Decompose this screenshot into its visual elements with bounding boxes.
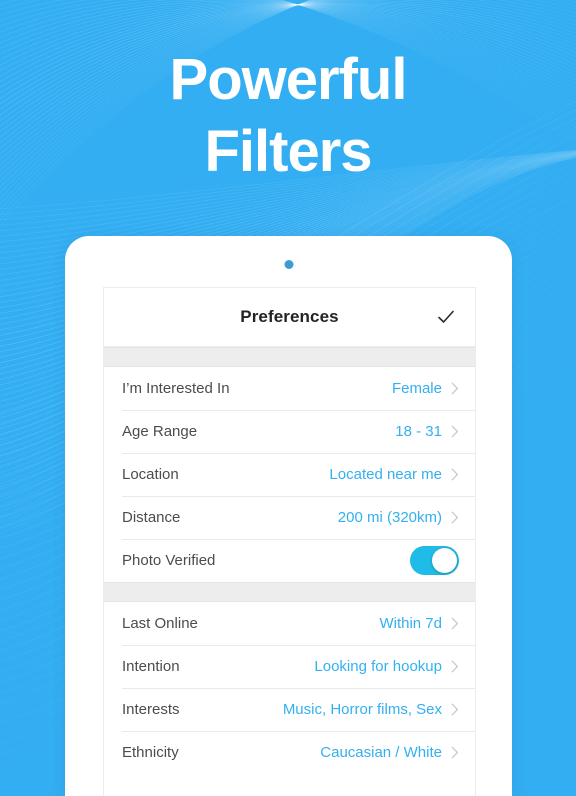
headline-line-1: Powerful — [169, 47, 408, 112]
settings-row[interactable]: Last Online Within 7d — [104, 602, 475, 645]
settings-row-accessory — [410, 546, 459, 575]
settings-list: I’m Interested In Female Age Range 18 - 31 L… — [104, 347, 475, 774]
settings-row-value: Located near me — [329, 466, 442, 483]
settings-row-value: Within 7d — [379, 615, 442, 632]
chevron-right-icon — [451, 511, 459, 524]
settings-row-label: Photo Verified — [122, 552, 216, 569]
app-screen: Preferences I’m Interested In Female Age R… — [103, 287, 476, 796]
settings-row-label: Distance — [122, 509, 181, 526]
settings-row-value: Music, Horror films, Sex — [282, 701, 442, 718]
settings-row[interactable]: Photo Verified — [104, 539, 475, 582]
settings-row[interactable]: Intention Looking for hookup — [104, 645, 475, 688]
settings-row-label: Last Online — [122, 615, 198, 632]
camera-dot-icon — [284, 260, 293, 269]
settings-row-value: 200 mi (320km) — [337, 509, 442, 526]
settings-row-label: I’m Interested In — [122, 380, 230, 397]
settings-row-accessory: Female — [392, 380, 459, 397]
group-separator — [104, 582, 475, 602]
chevron-right-icon — [451, 703, 459, 716]
navigation-bar: Preferences — [104, 288, 475, 347]
settings-row[interactable]: Distance 200 mi (320km) — [104, 496, 475, 539]
settings-group: Last Online Within 7d Intention Looking for… — [104, 602, 475, 774]
chevron-right-icon — [451, 617, 459, 630]
settings-row-label: Age Range — [122, 423, 198, 440]
settings-row-accessory: 200 mi (320km) — [338, 509, 459, 526]
toggle-switch[interactable] — [410, 546, 459, 575]
group-separator — [104, 347, 475, 367]
check-icon[interactable] — [435, 306, 457, 328]
settings-row-label: Ethnicity — [122, 744, 179, 761]
settings-row[interactable]: Interests Music, Horror films, Sex — [104, 688, 475, 731]
chevron-right-icon — [451, 746, 459, 759]
settings-row-accessory: Looking for hookup — [314, 658, 459, 675]
settings-row-label: Intention — [122, 658, 180, 675]
settings-row[interactable]: I’m Interested In Female — [104, 367, 475, 410]
settings-row[interactable]: Location Located near me — [104, 453, 475, 496]
screen-title: Preferences — [240, 307, 339, 326]
settings-row-value: 18 - 31 — [395, 423, 442, 440]
settings-row-label: Interests — [122, 701, 180, 718]
chevron-right-icon — [451, 660, 459, 673]
page-title: Powerful Filters — [0, 44, 576, 188]
toggle-knob — [432, 548, 457, 573]
settings-row-value: Looking for hookup — [314, 658, 442, 675]
settings-row-accessory: 18 - 31 — [395, 423, 459, 440]
chevron-right-icon — [451, 382, 459, 395]
tablet-device-frame: Preferences I’m Interested In Female Age R… — [65, 236, 512, 796]
settings-row-accessory: Caucasian / White — [320, 744, 459, 761]
settings-row-value: Female — [391, 380, 442, 397]
chevron-right-icon — [451, 425, 459, 438]
settings-row-accessory: Located near me — [329, 466, 459, 483]
settings-row-value: Caucasian / White — [320, 744, 442, 761]
chevron-right-icon — [451, 468, 459, 481]
settings-row-label: Location — [122, 466, 179, 483]
settings-group: I’m Interested In Female Age Range 18 - 31 L… — [104, 367, 475, 582]
settings-row-accessory: Within 7d — [379, 615, 459, 632]
settings-row[interactable]: Age Range 18 - 31 — [104, 410, 475, 453]
settings-row-accessory: Music, Horror films, Sex — [283, 701, 459, 718]
headline-line-2: Filters — [204, 119, 372, 184]
